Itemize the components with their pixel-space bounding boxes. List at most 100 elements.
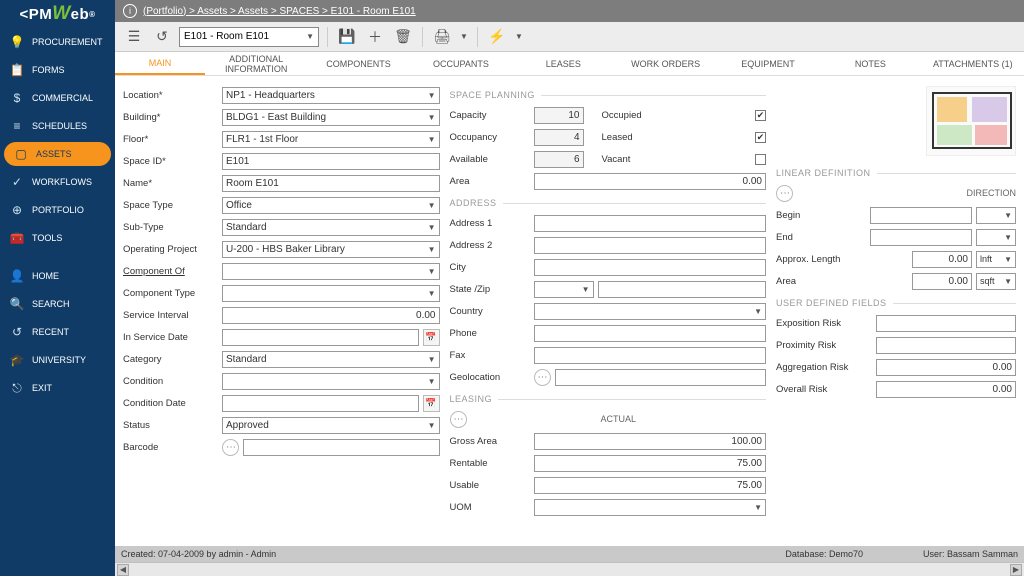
spacetype-field[interactable]: Office▼ bbox=[222, 197, 440, 214]
usable-field[interactable]: 75.00 bbox=[534, 477, 767, 494]
udf1-field[interactable] bbox=[876, 315, 1016, 332]
tab-components[interactable]: COMPONENTS bbox=[307, 52, 409, 75]
occupancy-field[interactable]: 4 bbox=[534, 129, 584, 146]
zip-field[interactable] bbox=[598, 281, 767, 298]
country-field[interactable]: ▼ bbox=[534, 303, 767, 320]
print-icon[interactable]: 🖨 bbox=[431, 26, 453, 48]
componentof-field[interactable]: ▼ bbox=[222, 263, 440, 280]
action-icon[interactable]: ⚡ bbox=[486, 26, 508, 48]
comptype-field[interactable]: ▼ bbox=[222, 285, 440, 302]
barcode-field[interactable] bbox=[243, 439, 440, 456]
sidebar-item-home[interactable]: 👤HOME bbox=[0, 262, 115, 290]
approx-unit-field[interactable]: lnft▼ bbox=[976, 251, 1016, 268]
begin-dir-field[interactable]: ▼ bbox=[976, 207, 1016, 224]
capacity-field[interactable]: 10 bbox=[534, 107, 584, 124]
udf3-field[interactable]: 0.00 bbox=[876, 359, 1016, 376]
subtype-label: Sub-Type bbox=[123, 222, 218, 233]
componentof-label[interactable]: Component Of bbox=[123, 266, 218, 277]
udf2-field[interactable] bbox=[876, 337, 1016, 354]
sidebar-item-recent[interactable]: ↺RECENT bbox=[0, 318, 115, 346]
barcode-options-icon[interactable]: ⋯ bbox=[222, 439, 239, 456]
begin-field[interactable] bbox=[870, 207, 972, 224]
name-field[interactable]: Room E101 bbox=[222, 175, 440, 192]
linear-options-icon[interactable]: ⋯ bbox=[776, 185, 793, 202]
insvc-field[interactable] bbox=[222, 329, 419, 346]
approx-field[interactable]: 0.00 bbox=[912, 251, 972, 268]
category-field[interactable]: Standard▼ bbox=[222, 351, 440, 368]
uom-field[interactable]: ▼ bbox=[534, 499, 767, 516]
area-field[interactable]: 0.00 bbox=[534, 173, 767, 190]
breadcrumb[interactable]: (Portfolio) > Assets > Assets > SPACES >… bbox=[143, 6, 416, 17]
fax-field[interactable] bbox=[534, 347, 767, 364]
tab-work-orders[interactable]: WORK ORDERS bbox=[615, 52, 717, 75]
scroll-left-icon[interactable]: ◀ bbox=[117, 564, 129, 576]
sidebar-item-university[interactable]: 🎓UNIVERSITY bbox=[0, 346, 115, 374]
name-label: Name* bbox=[123, 178, 218, 189]
record-selector[interactable]: E101 - Room E101▼ bbox=[179, 27, 319, 47]
vacant-checkbox[interactable] bbox=[755, 154, 766, 165]
rentable-field[interactable]: 75.00 bbox=[534, 455, 767, 472]
conddate-field[interactable] bbox=[222, 395, 419, 412]
sidebar-item-search[interactable]: 🔍SEARCH bbox=[0, 290, 115, 318]
floor-plan-image[interactable] bbox=[926, 86, 1016, 156]
print-dropdown-icon[interactable]: ▼ bbox=[459, 26, 469, 48]
sidebar-item-exit[interactable]: ⎋EXIT bbox=[0, 374, 115, 402]
sidebar-item-procurement[interactable]: 💡PROCUREMENT bbox=[0, 28, 115, 56]
address1-field[interactable] bbox=[534, 215, 767, 232]
building-field[interactable]: BLDG1 - East Building▼ bbox=[222, 109, 440, 126]
gross-field[interactable]: 100.00 bbox=[534, 433, 767, 450]
address2-field[interactable] bbox=[534, 237, 767, 254]
city-field[interactable] bbox=[534, 259, 767, 276]
occupied-checkbox[interactable]: ✔ bbox=[755, 110, 766, 121]
location-field[interactable]: NP1 - Headquarters▼ bbox=[222, 87, 440, 104]
condition-field[interactable]: ▼ bbox=[222, 373, 440, 390]
status-field[interactable]: Approved▼ bbox=[222, 417, 440, 434]
svcint-field[interactable]: 0.00 bbox=[222, 307, 440, 324]
leased-checkbox[interactable]: ✔ bbox=[755, 132, 766, 143]
trash-icon[interactable]: 🗑 bbox=[392, 26, 414, 48]
sidebar-item-commercial[interactable]: $COMMERCIAL bbox=[0, 84, 115, 112]
subtype-field[interactable]: Standard▼ bbox=[222, 219, 440, 236]
area-label: Area bbox=[450, 176, 530, 187]
info-icon[interactable]: i bbox=[123, 4, 137, 18]
spaceid-field[interactable]: E101 bbox=[222, 153, 440, 170]
tab-additional-information[interactable]: ADDITIONAL INFORMATION bbox=[205, 52, 307, 75]
tab-main[interactable]: MAIN bbox=[115, 52, 205, 75]
sidebar-item-portfolio[interactable]: ⊕PORTFOLIO bbox=[0, 196, 115, 224]
calendar-icon[interactable]: 📅 bbox=[423, 395, 440, 412]
tab-notes[interactable]: NOTES bbox=[819, 52, 921, 75]
udf4-field[interactable]: 0.00 bbox=[876, 381, 1016, 398]
end-field[interactable] bbox=[870, 229, 972, 246]
state-field[interactable]: ▼ bbox=[534, 281, 594, 298]
calendar-icon[interactable]: 📅 bbox=[423, 329, 440, 346]
tab-equipment[interactable]: EQUIPMENT bbox=[717, 52, 819, 75]
geo-options-icon[interactable]: ⋯ bbox=[534, 369, 551, 386]
leasing-options-icon[interactable]: ⋯ bbox=[450, 411, 467, 428]
udf4-label: Overall Risk bbox=[776, 384, 876, 395]
linarea-unit-field[interactable]: sqft▼ bbox=[976, 273, 1016, 290]
floor-field[interactable]: FLR1 - 1st Floor▼ bbox=[222, 131, 440, 148]
tab-attachments-1-[interactable]: ATTACHMENTS (1) bbox=[922, 52, 1024, 75]
geo-field[interactable] bbox=[555, 369, 767, 386]
category-label: Category bbox=[123, 354, 218, 365]
sidebar-item-tools[interactable]: 🧰TOOLS bbox=[0, 224, 115, 252]
nav-icon: 🔍 bbox=[10, 297, 24, 311]
save-icon[interactable]: 💾 bbox=[336, 26, 358, 48]
h-scrollbar[interactable]: ◀ ▶ bbox=[115, 562, 1024, 576]
action-dropdown-icon[interactable]: ▼ bbox=[514, 26, 524, 48]
linarea-field[interactable]: 0.00 bbox=[912, 273, 972, 290]
scroll-right-icon[interactable]: ▶ bbox=[1010, 564, 1022, 576]
phone-field[interactable] bbox=[534, 325, 767, 342]
history-icon[interactable]: ↺ bbox=[151, 26, 173, 48]
end-dir-field[interactable]: ▼ bbox=[976, 229, 1016, 246]
sidebar-item-schedules[interactable]: ≡SCHEDULES bbox=[0, 112, 115, 140]
tab-leases[interactable]: LEASES bbox=[512, 52, 614, 75]
sidebar-item-workflows[interactable]: ✓WORKFLOWS bbox=[0, 168, 115, 196]
list-icon[interactable]: ☰ bbox=[123, 26, 145, 48]
opproj-field[interactable]: U-200 - HBS Baker Library▼ bbox=[222, 241, 440, 258]
space-planning-header: SPACE PLANNING bbox=[450, 90, 767, 100]
tab-occupants[interactable]: OCCUPANTS bbox=[410, 52, 512, 75]
add-icon[interactable]: ＋ bbox=[364, 26, 386, 48]
sidebar-item-assets[interactable]: ▢ASSETS bbox=[4, 142, 111, 166]
sidebar-item-forms[interactable]: 📋FORMS bbox=[0, 56, 115, 84]
